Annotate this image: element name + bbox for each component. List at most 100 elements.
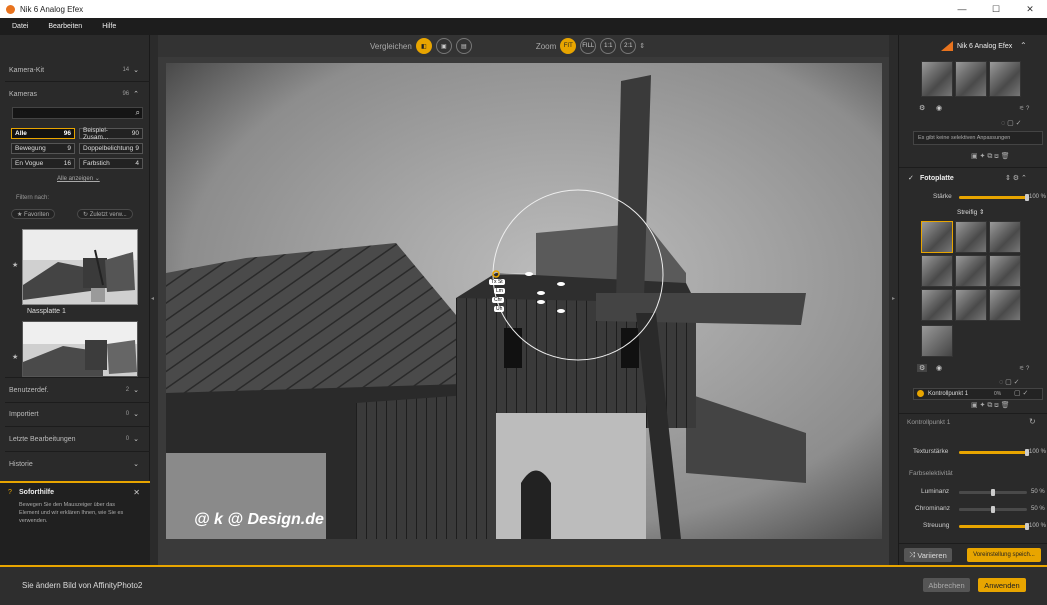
star-icon[interactable]: ★ <box>12 353 18 361</box>
slider-knob[interactable] <box>991 489 995 496</box>
compare-side-button[interactable]: ▣ <box>435 38 452 54</box>
letzte-bearbeitungen-section[interactable]: Letzte Bearbeitungen 0 ⌄ <box>9 435 139 444</box>
collapse-up-icon[interactable]: ⌃ <box>1020 41 1027 50</box>
texture-thumb[interactable] <box>989 289 1021 321</box>
chip-count: 90 <box>131 130 139 137</box>
info-icon: ? <box>8 489 12 496</box>
chevron-down-icon: ⌄ <box>133 387 139 394</box>
preset-name: Nassplatte 1 <box>27 308 66 315</box>
search-icon[interactable]: ⌕ <box>136 108 140 118</box>
recent-filter[interactable]: ↻ Zuletzt verw... <box>77 209 133 219</box>
watermark-text: @ k @ Design.de <box>194 511 324 528</box>
kamera-kit-count: 14 <box>122 67 130 73</box>
chip-envogue[interactable]: En Vogue 16 <box>11 158 75 169</box>
control-point-uh-label[interactable]: Üh <box>494 306 505 312</box>
texture-thumb[interactable] <box>989 221 1021 253</box>
texturstaerke-value: 100 % <box>1029 449 1047 455</box>
preset-thumbnail[interactable] <box>22 229 138 305</box>
star-icon[interactable]: ★ <box>12 261 18 269</box>
streuung-slider[interactable] <box>959 523 1029 530</box>
texture-thumb[interactable] <box>955 61 987 97</box>
apply-button[interactable]: Anwenden <box>978 578 1026 592</box>
chip-doppelbelichtung[interactable]: Doppelbelichtung 9 <box>79 143 143 154</box>
texture-thumb[interactable] <box>955 255 987 287</box>
fotoplatte-controls-icon[interactable]: ⇕ ⚙ ⌃ <box>1005 174 1027 182</box>
texture-thumb-selected[interactable] <box>921 221 953 253</box>
chrominanz-value: 50 % <box>1031 506 1045 512</box>
texture-thumb[interactable] <box>989 61 1021 97</box>
kamera-kit-section[interactable]: Kamera-Kit 14 ⌄ <box>9 66 139 75</box>
control-point-chr-label[interactable]: Chr <box>492 297 505 303</box>
selective-tools-icon[interactable]: ▣ ✦ ⧉ ⧈ 🗑 <box>971 401 1010 410</box>
zoom-stepper-icon[interactable]: ⇕ <box>639 42 645 50</box>
selective-tools-icon[interactable]: ▣ ✦ ⧉ ⧈ 🗑 <box>971 152 1010 161</box>
fotoplatte-checkbox[interactable]: ✓ <box>908 174 914 182</box>
zoom-1-1-button[interactable]: 1:1 <box>600 38 617 54</box>
luminanz-label: Luminanz <box>921 488 950 495</box>
luminanz-slider[interactable] <box>959 489 1027 496</box>
options-icon[interactable]: ⚟ ? <box>1019 365 1029 372</box>
kontrollpunkt-row[interactable]: Kontrollpunkt 1 0% ▢ ✓ <box>913 388 1043 400</box>
chip-bewegung[interactable]: Bewegung 9 <box>11 143 75 154</box>
compare-icon: ◧ <box>420 43 427 50</box>
importiert-section[interactable]: Importiert 0 ⌄ <box>9 410 139 419</box>
eye-icon[interactable]: ◉ <box>936 364 942 372</box>
texture-thumb[interactable] <box>955 221 987 253</box>
staerke-slider[interactable] <box>959 194 1029 201</box>
options-icon[interactable]: ⚟ ? <box>1019 105 1029 112</box>
menu-datei[interactable]: Datei <box>12 23 28 30</box>
nik-logo-icon <box>941 41 953 51</box>
streifig-select[interactable]: Streifig ⇕ <box>957 208 985 216</box>
search-input[interactable]: ⌕ <box>12 107 143 119</box>
control-point-tx-st-label[interactable]: Tx St <box>489 279 505 285</box>
preset-thumbnail[interactable] <box>22 321 138 377</box>
control-point-lm-label[interactable]: Lm <box>494 288 505 294</box>
texture-thumb[interactable] <box>921 325 953 357</box>
cancel-button[interactable]: Abbrechen <box>923 578 970 592</box>
texture-thumb[interactable] <box>921 255 953 287</box>
zoom-2-1-button[interactable]: 2:1 <box>620 38 637 54</box>
minimize-button[interactable]: — <box>945 0 979 18</box>
eye-icon[interactable]: ◉ <box>936 104 942 112</box>
maximize-button[interactable]: ☐ <box>979 0 1013 18</box>
chip-beispiel[interactable]: Beispiel-Zusam... 90 <box>79 127 143 141</box>
texture-thumb[interactable] <box>921 289 953 321</box>
soforthilfe-close-button[interactable]: ✕ <box>133 488 140 497</box>
gear-icon[interactable]: ⚙ <box>919 104 925 112</box>
control-point-tools-icon[interactable]: ◌ ▢ ✓ <box>1001 119 1022 127</box>
chip-label: Alle <box>15 130 27 137</box>
gear-icon[interactable]: ⚙ <box>917 364 928 372</box>
compare-original-button[interactable]: ▤ <box>455 38 472 54</box>
zoom-fit-button[interactable]: FIT <box>560 38 577 54</box>
voreinstellung-speichern-button[interactable]: Voreinstellung speich... <box>967 548 1041 562</box>
compare-split-button[interactable]: ◧ <box>415 38 432 54</box>
texture-thumb[interactable] <box>921 61 953 97</box>
chrominanz-slider[interactable] <box>959 506 1027 513</box>
collapse-left-icon[interactable]: ◂ <box>151 295 154 302</box>
slider-knob[interactable] <box>991 506 995 513</box>
close-button[interactable]: ✕ <box>1013 0 1047 18</box>
texture-thumb[interactable] <box>955 289 987 321</box>
chip-farbstich[interactable]: Farbstich 4 <box>79 158 143 169</box>
show-all-label: Alle anzeigen <box>57 176 94 182</box>
show-all-link[interactable]: Alle anzeigen ⌄ <box>57 175 100 182</box>
control-point-tools-icon[interactable]: ◌ ▢ ✓ <box>999 378 1020 386</box>
favorites-filter[interactable]: ★ Favoriten <box>11 209 56 219</box>
zoom-fill-button[interactable]: FILL <box>580 38 597 54</box>
reset-icon[interactable]: ↻ <box>1029 417 1036 426</box>
kontrollpunkt-tools-icon[interactable]: ▢ ✓ <box>1014 389 1028 397</box>
texture-thumb[interactable] <box>989 255 1021 287</box>
chip-count: 16 <box>63 160 71 167</box>
chip-alle[interactable]: Alle 96 <box>11 128 75 139</box>
menu-bearbeiten[interactable]: Bearbeiten <box>48 23 82 30</box>
historie-section[interactable]: Historie ⌄ <box>9 460 139 469</box>
variieren-button[interactable]: ⤨ Variieren <box>904 548 952 562</box>
divider <box>5 81 150 82</box>
kameras-section[interactable]: Kameras 96 ⌃ <box>9 90 139 99</box>
texturstaerke-slider[interactable] <box>959 449 1029 456</box>
image-canvas[interactable]: Tx St Lm Chr Üh @ k @ Design.de <box>166 63 882 539</box>
chevron-down-icon: ⌄ <box>133 411 139 418</box>
collapse-right-icon[interactable]: ▸ <box>892 295 895 302</box>
menu-hilfe[interactable]: Hilfe <box>102 23 116 30</box>
benutzerdef-section[interactable]: Benutzerdef. 2 ⌄ <box>9 386 139 395</box>
